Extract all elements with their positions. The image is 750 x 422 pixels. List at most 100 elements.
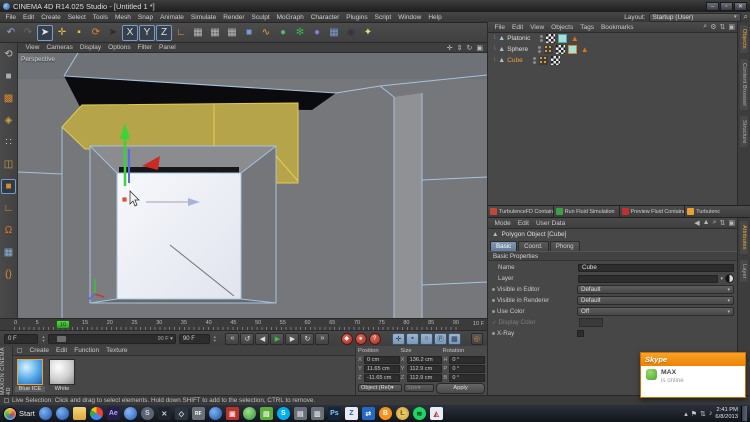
texture-tag-icon[interactable]: [550, 56, 560, 65]
goto-next-key-button[interactable]: ↻: [300, 332, 315, 345]
menu-item[interactable]: File: [2, 14, 19, 21]
key-pla-toggle[interactable]: ▦: [447, 332, 461, 345]
uv-mode-icon[interactable]: ◈: [1, 113, 16, 128]
layer-browser-icon[interactable]: [725, 274, 734, 283]
taskbar-gray-app-icon[interactable]: S: [140, 407, 154, 420]
add-environment-button[interactable]: ●: [309, 25, 325, 41]
menu-item[interactable]: Mesh: [111, 14, 134, 21]
tray-network-icon[interactable]: ⇅: [700, 410, 706, 418]
taskbar-teamviewer-icon[interactable]: ⇄: [361, 407, 375, 420]
next-frame-button[interactable]: ▶: [285, 332, 300, 345]
solo-button[interactable]: ◎: [470, 332, 484, 345]
range-slider-handle[interactable]: [56, 335, 66, 342]
visible-in-editor-dropdown[interactable]: Default ▾: [577, 285, 734, 294]
om-filter-icon[interactable]: ⚙: [710, 23, 716, 31]
material-label[interactable]: White: [47, 386, 77, 392]
axis-y-toggle[interactable]: Y: [139, 24, 155, 41]
undo-icon[interactable]: ↶: [3, 25, 19, 41]
polygons-mode-icon[interactable]: ■: [1, 179, 16, 194]
points-tag-icon[interactable]: [538, 56, 548, 65]
object-name[interactable]: Sphere: [507, 46, 528, 53]
axis-mode-icon[interactable]: ∟: [1, 201, 16, 216]
menu-item[interactable]: Sculpt: [248, 14, 273, 21]
layout-search-icon[interactable]: ⌕: [744, 12, 748, 22]
tab-attributes[interactable]: Attributes: [740, 221, 748, 254]
taskbar-chrome-icon[interactable]: [89, 407, 103, 420]
tray-volume-icon[interactable]: ♪: [709, 410, 713, 418]
goto-prev-key-button[interactable]: ↺: [240, 332, 255, 345]
autokey-button[interactable]: ●: [354, 332, 367, 345]
frame-start-stepper[interactable]: ▴ ▾: [42, 334, 44, 343]
show-desktop-button[interactable]: [741, 406, 747, 421]
taskbar-skype-icon[interactable]: S: [276, 407, 290, 420]
size-y-field[interactable]: 112.9 cm: [406, 364, 443, 373]
view-dolly-icon[interactable]: ⇕: [457, 44, 463, 52]
object-row-sphere[interactable]: └ ▲ Sphere ▲: [488, 44, 738, 55]
axis-x-toggle[interactable]: X: [122, 24, 138, 41]
viewport-menu-item[interactable]: Filter: [134, 44, 155, 51]
start-button[interactable]: Start: [3, 406, 35, 421]
snap-icon[interactable]: Ω: [1, 223, 16, 238]
frame-end-field[interactable]: 90 F: [178, 333, 210, 344]
om-sort-icon[interactable]: ⇅: [720, 23, 726, 31]
key-position-toggle[interactable]: ✛: [391, 332, 405, 345]
am-menu-item[interactable]: Edit: [514, 220, 532, 227]
menu-item[interactable]: Script: [371, 14, 395, 21]
keyframe-selection-button[interactable]: ?: [368, 332, 381, 345]
menu-item[interactable]: Plugins: [343, 14, 371, 21]
camera-label[interactable]: Perspective: [21, 56, 55, 63]
coords-size-dropdown[interactable]: Size ▾: [404, 384, 434, 392]
material-menu-item[interactable]: Create: [26, 347, 53, 354]
frame-end-stepper[interactable]: ▴ ▾: [214, 334, 216, 343]
om-menu-item[interactable]: Objects: [548, 24, 577, 31]
am-panel-icon[interactable]: ▣: [728, 219, 735, 227]
view-pan-icon[interactable]: ✛: [447, 44, 453, 52]
object-name[interactable]: Cube: [507, 57, 523, 64]
points-tag-icon[interactable]: [544, 45, 554, 54]
selection-tag-icon[interactable]: [568, 45, 578, 54]
visibility-toggles[interactable]: [538, 46, 542, 53]
material-thumb-blue-ice[interactable]: [17, 359, 43, 385]
taskbar-after-effects-icon[interactable]: Ae: [106, 407, 120, 420]
am-sort-icon[interactable]: ⇅: [720, 219, 726, 227]
viewport-panel[interactable]: View Cameras Display Options Filter Panel ✛ ⇕ ↻…: [17, 43, 488, 318]
material-thumb-white[interactable]: [49, 359, 75, 385]
axis-origin-handle[interactable]: [121, 196, 128, 203]
coordinate-system-icon[interactable]: ∟: [173, 25, 189, 41]
preview-range-slider[interactable]: 90 F ▾: [47, 333, 176, 344]
menu-item[interactable]: Edit: [19, 14, 37, 21]
frame-start-field[interactable]: 0 F: [4, 333, 39, 344]
material-menu-item[interactable]: Function: [71, 347, 103, 354]
viewport-menu-item[interactable]: View: [22, 44, 43, 51]
om-menu-item[interactable]: File: [491, 24, 508, 31]
close-button[interactable]: ✕: [734, 1, 747, 11]
rotate-tool[interactable]: ⟳: [88, 25, 104, 41]
workplane-lock-icon[interactable]: (): [1, 267, 16, 282]
om-panel-icon[interactable]: ▣: [728, 23, 735, 31]
taskbar-realflow-icon[interactable]: RF: [191, 407, 205, 420]
key-parameter-toggle[interactable]: Ⓟ: [433, 332, 447, 345]
am-menu-item[interactable]: User Data: [532, 220, 568, 227]
viewport-menu-item[interactable]: Panel: [156, 44, 180, 51]
visible-in-renderer-dropdown[interactable]: Default ▾: [577, 296, 734, 305]
key-rotation-toggle[interactable]: ○: [419, 332, 433, 345]
menu-item[interactable]: Tools: [89, 14, 111, 21]
edges-mode-icon[interactable]: ◫: [1, 157, 16, 172]
rotation-p-field[interactable]: 0 °: [449, 364, 486, 373]
tab-content-browser[interactable]: Content Browser: [740, 58, 748, 110]
texture-mode-icon[interactable]: ▩: [1, 91, 16, 106]
position-y-field[interactable]: 11.65 cm: [364, 364, 400, 373]
viewport-menu-item[interactable]: Options: [105, 44, 134, 51]
tray-expand-icon[interactable]: ▴: [684, 410, 688, 418]
am-menu-item[interactable]: Mode: [491, 220, 514, 227]
move-tool[interactable]: ✛: [54, 25, 70, 41]
preview-fluid-container-button[interactable]: Preview Fluid Container: [619, 206, 686, 217]
restore-button[interactable]: ▫: [720, 1, 733, 11]
taskbar-photos-icon[interactable]: ◭: [429, 407, 443, 420]
object-row-platonic[interactable]: └ ▲ Platonic ▲: [488, 33, 738, 44]
add-spline-button[interactable]: ∿: [258, 25, 274, 41]
texture-tag-icon[interactable]: [556, 45, 566, 54]
phong-tag-icon[interactable]: ▲: [580, 45, 589, 54]
menu-item[interactable]: Select: [64, 14, 89, 21]
om-menu-item[interactable]: Tags: [577, 24, 598, 31]
